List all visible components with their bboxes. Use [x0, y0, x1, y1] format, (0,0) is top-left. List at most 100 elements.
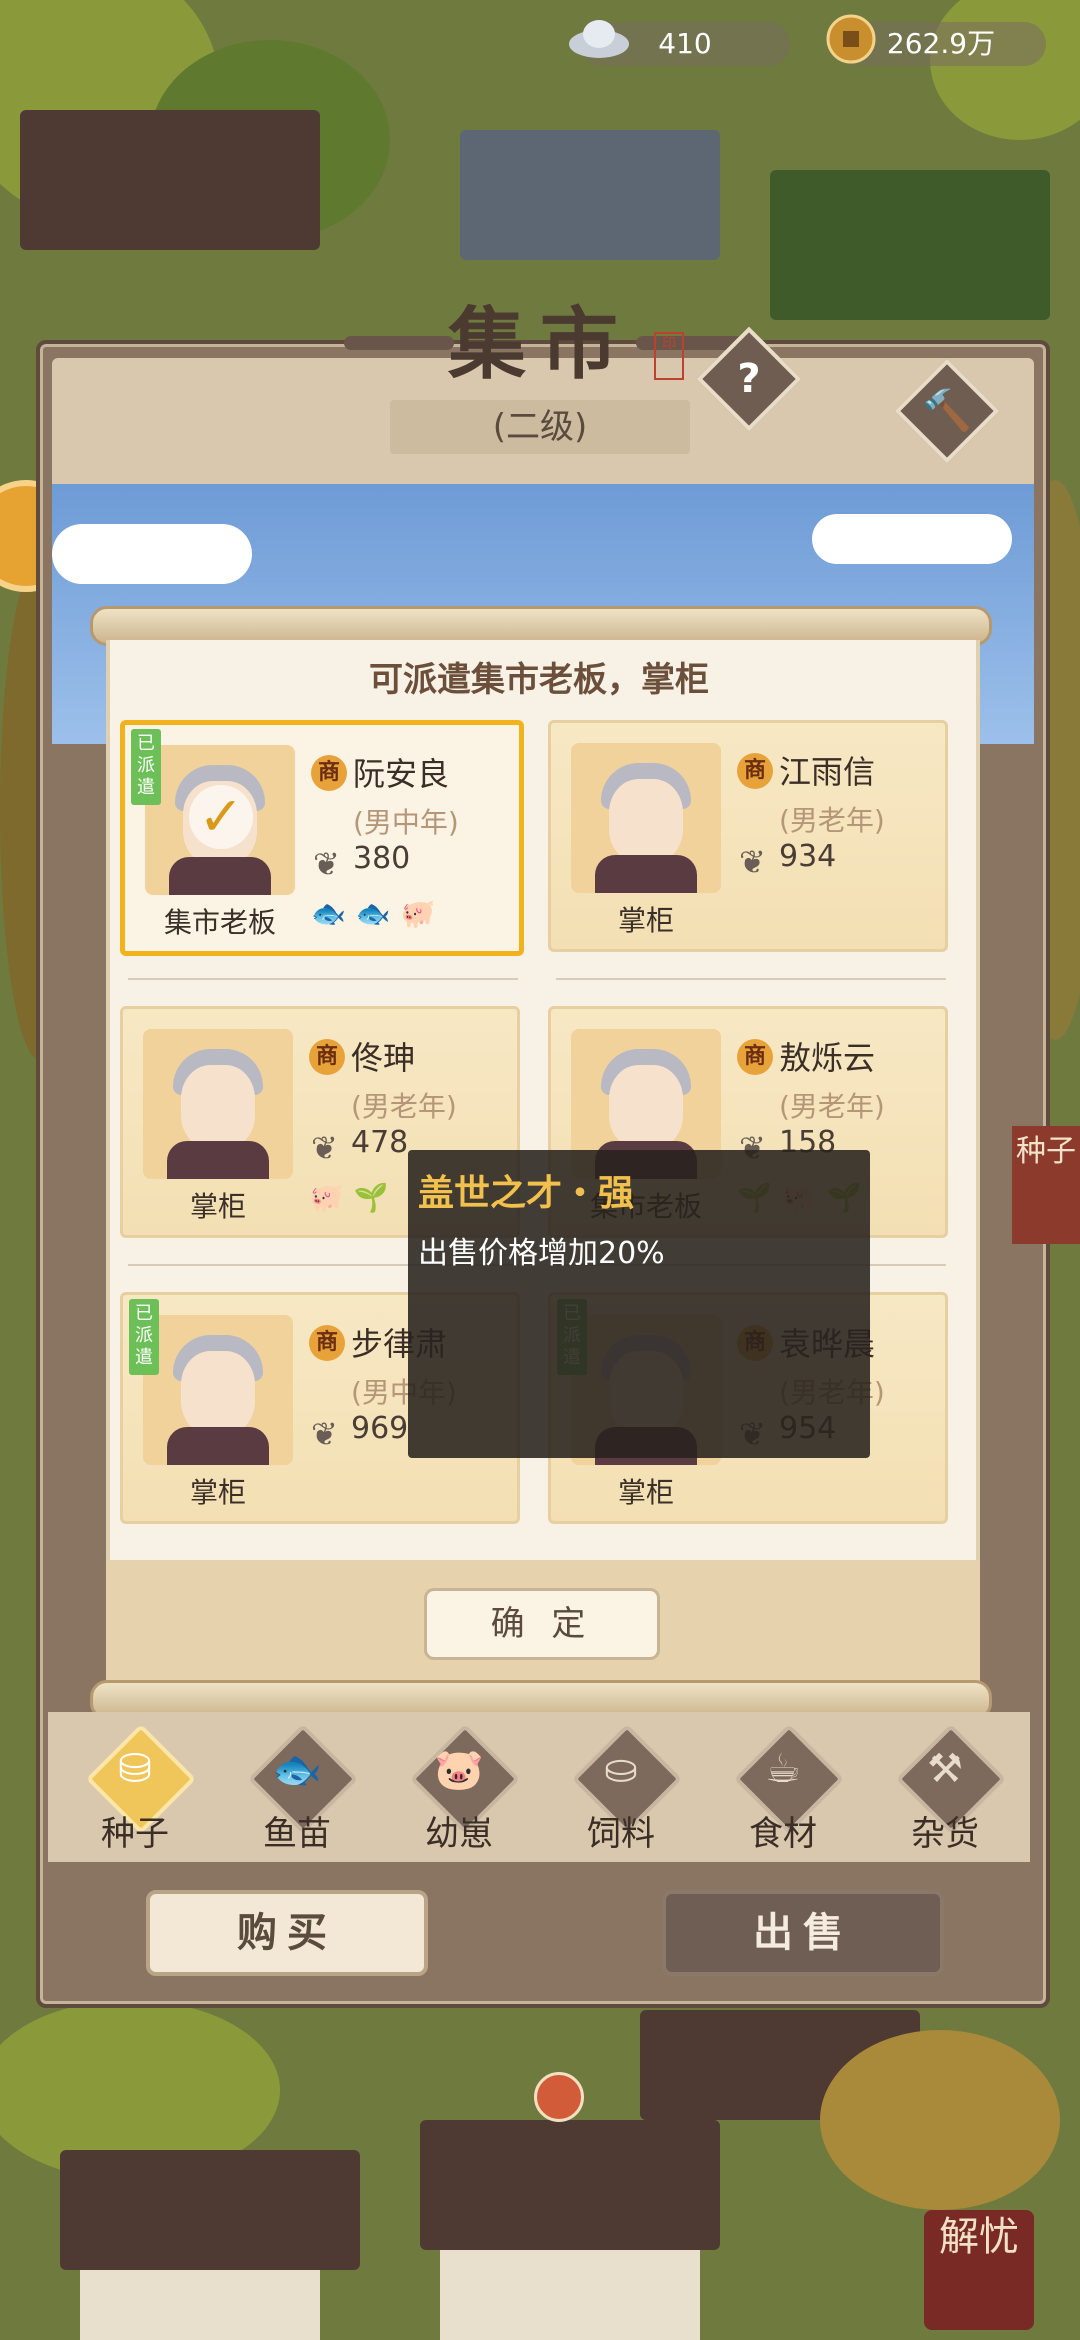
character-score: 380	[353, 841, 411, 876]
hammer-icon: 🔨	[922, 388, 972, 434]
character-age: (男老年)	[779, 804, 885, 837]
tab-feed-sack[interactable]: ⛀ 饲料	[566, 1723, 683, 1880]
portrait-body	[595, 855, 697, 893]
character-age: (男老年)	[779, 1090, 885, 1123]
ability-heart-icon: ❦	[311, 1415, 338, 1453]
map-marker-icon[interactable]	[534, 2072, 584, 2122]
piglet-icon: 🐷	[434, 1747, 484, 1793]
character-role: 掌柜	[617, 1476, 674, 1509]
divider	[556, 978, 946, 980]
tab-label: 鱼苗	[263, 1814, 331, 1854]
merchant-badge-icon: 商	[311, 755, 347, 791]
character-portrait	[143, 1029, 293, 1179]
teapot-icon: ☕	[765, 1746, 801, 1792]
house-wall	[80, 2270, 320, 2340]
tab-hammer[interactable]: ⚒ 杂货	[890, 1723, 1007, 1880]
merchant-badge-icon: 商	[737, 1039, 773, 1075]
ability-heart-icon: ❦	[313, 845, 340, 883]
trait-icon[interactable]: 🐟	[356, 897, 391, 930]
silver-value: 410	[658, 27, 712, 60]
house-roof	[20, 110, 320, 250]
character-portrait: ✓	[145, 745, 295, 895]
checkmark-icon: ✓	[189, 785, 253, 849]
tab-label: 饲料	[587, 1814, 655, 1854]
house-wall	[440, 2250, 700, 2340]
buy-button[interactable]: 购买	[146, 1890, 428, 1976]
character-name: 江雨信	[779, 753, 876, 791]
trait-icon[interactable]: 🐖	[401, 897, 436, 930]
character-portrait	[571, 743, 721, 893]
character-name: 阮安良	[353, 755, 450, 793]
character-score: 478	[351, 1125, 409, 1160]
dispatched-tag: 已派遣	[129, 1299, 159, 1375]
merchant-badge-icon: 商	[309, 1325, 345, 1361]
trait-tooltip: 盖世之才・强 出售价格增加20%	[408, 1150, 870, 1458]
fish-icon: 🐟	[272, 1747, 322, 1793]
tab-label: 幼崽	[425, 1814, 493, 1854]
confirm-button[interactable]: 确 定	[424, 1588, 660, 1660]
question-icon: ?	[737, 356, 761, 402]
merchant-badge-icon: 商	[309, 1039, 345, 1075]
tab-teapot[interactable]: ☕ 食材	[728, 1723, 845, 1880]
tab-label: 食材	[749, 1814, 817, 1854]
merchant-badge-icon: 商	[737, 753, 773, 789]
trait-icons: 🐖 🌱	[309, 1181, 399, 1214]
market-level: (二级)	[390, 400, 690, 454]
portrait-face	[181, 1065, 255, 1149]
trait-icon[interactable]: 🐟	[311, 897, 346, 930]
tab-label: 种子	[101, 1814, 169, 1854]
trait-icon[interactable]: 🐖	[309, 1181, 344, 1214]
character-score: 969	[351, 1411, 409, 1446]
character-name: 佟珅	[351, 1039, 416, 1077]
ability-heart-icon: ❦	[739, 843, 766, 881]
character-role: 掌柜	[617, 904, 674, 937]
trait-description: 出售价格增加20%	[418, 1236, 665, 1271]
cloud	[52, 524, 252, 584]
title-seal-icon: 印	[654, 332, 684, 380]
character-portrait	[143, 1315, 293, 1465]
portrait-body	[167, 1141, 269, 1179]
trait-icon[interactable]: 🌱	[354, 1181, 389, 1214]
portrait-face	[181, 1351, 255, 1435]
crop-field	[770, 170, 1050, 320]
house-roof	[60, 2150, 360, 2270]
portrait-body	[169, 857, 271, 895]
copper-coin-icon	[826, 14, 884, 72]
character-name: 敖烁云	[779, 1039, 876, 1077]
character-role: 掌柜	[189, 1190, 246, 1223]
divider	[128, 978, 518, 980]
corner-seal-button[interactable]: 解忧	[924, 2210, 1034, 2330]
tree	[820, 2030, 1060, 2210]
tab-label: 杂货	[911, 1814, 979, 1854]
silver-ingot-icon	[568, 14, 629, 72]
sell-button[interactable]: 出售	[662, 1890, 944, 1976]
trait-icons: 🐟 🐟 🐖	[311, 897, 446, 930]
tab-seed-bag[interactable]: ⛁ 种子	[80, 1723, 197, 1880]
feed-sack-icon: ⛀	[604, 1746, 638, 1792]
portrait-face	[609, 1065, 683, 1149]
character-card[interactable]: 掌柜 商 江雨信 (男老年) ❦ 934	[548, 720, 948, 952]
cloud	[812, 514, 1012, 564]
character-role: 掌柜	[189, 1476, 246, 1509]
character-role: 集市老板	[163, 906, 276, 939]
coin-value: 262.9万	[886, 27, 996, 60]
ability-heart-icon: ❦	[311, 1129, 338, 1167]
tree	[930, 0, 1080, 140]
portrait-body	[167, 1427, 269, 1465]
dialog-title: 可派遣集市老板，掌柜	[369, 660, 709, 700]
house-roof	[460, 130, 720, 260]
trait-title: 盖世之才・强	[418, 1172, 635, 1214]
house-roof	[420, 2120, 720, 2250]
character-card[interactable]: ✓ 集市老板 商 阮安良 (男中年) ❦ 380 🐟 🐟 🐖 已派遣	[120, 720, 524, 956]
character-age: (男中年)	[353, 806, 459, 839]
dispatched-tag: 已派遣	[131, 729, 161, 805]
seed-bag-icon: ⛁	[118, 1746, 152, 1792]
category-tab-strip	[48, 1712, 1030, 1862]
portrait-face	[609, 779, 683, 863]
tab-piglet[interactable]: 🐷 幼崽	[404, 1723, 521, 1880]
character-score: 934	[779, 839, 837, 874]
character-age: (男老年)	[351, 1090, 457, 1123]
tab-fish[interactable]: 🐟 鱼苗	[242, 1723, 359, 1880]
hammer-icon: ⚒	[927, 1746, 963, 1792]
side-tag-seeds[interactable]: 种子	[1012, 1126, 1080, 1244]
